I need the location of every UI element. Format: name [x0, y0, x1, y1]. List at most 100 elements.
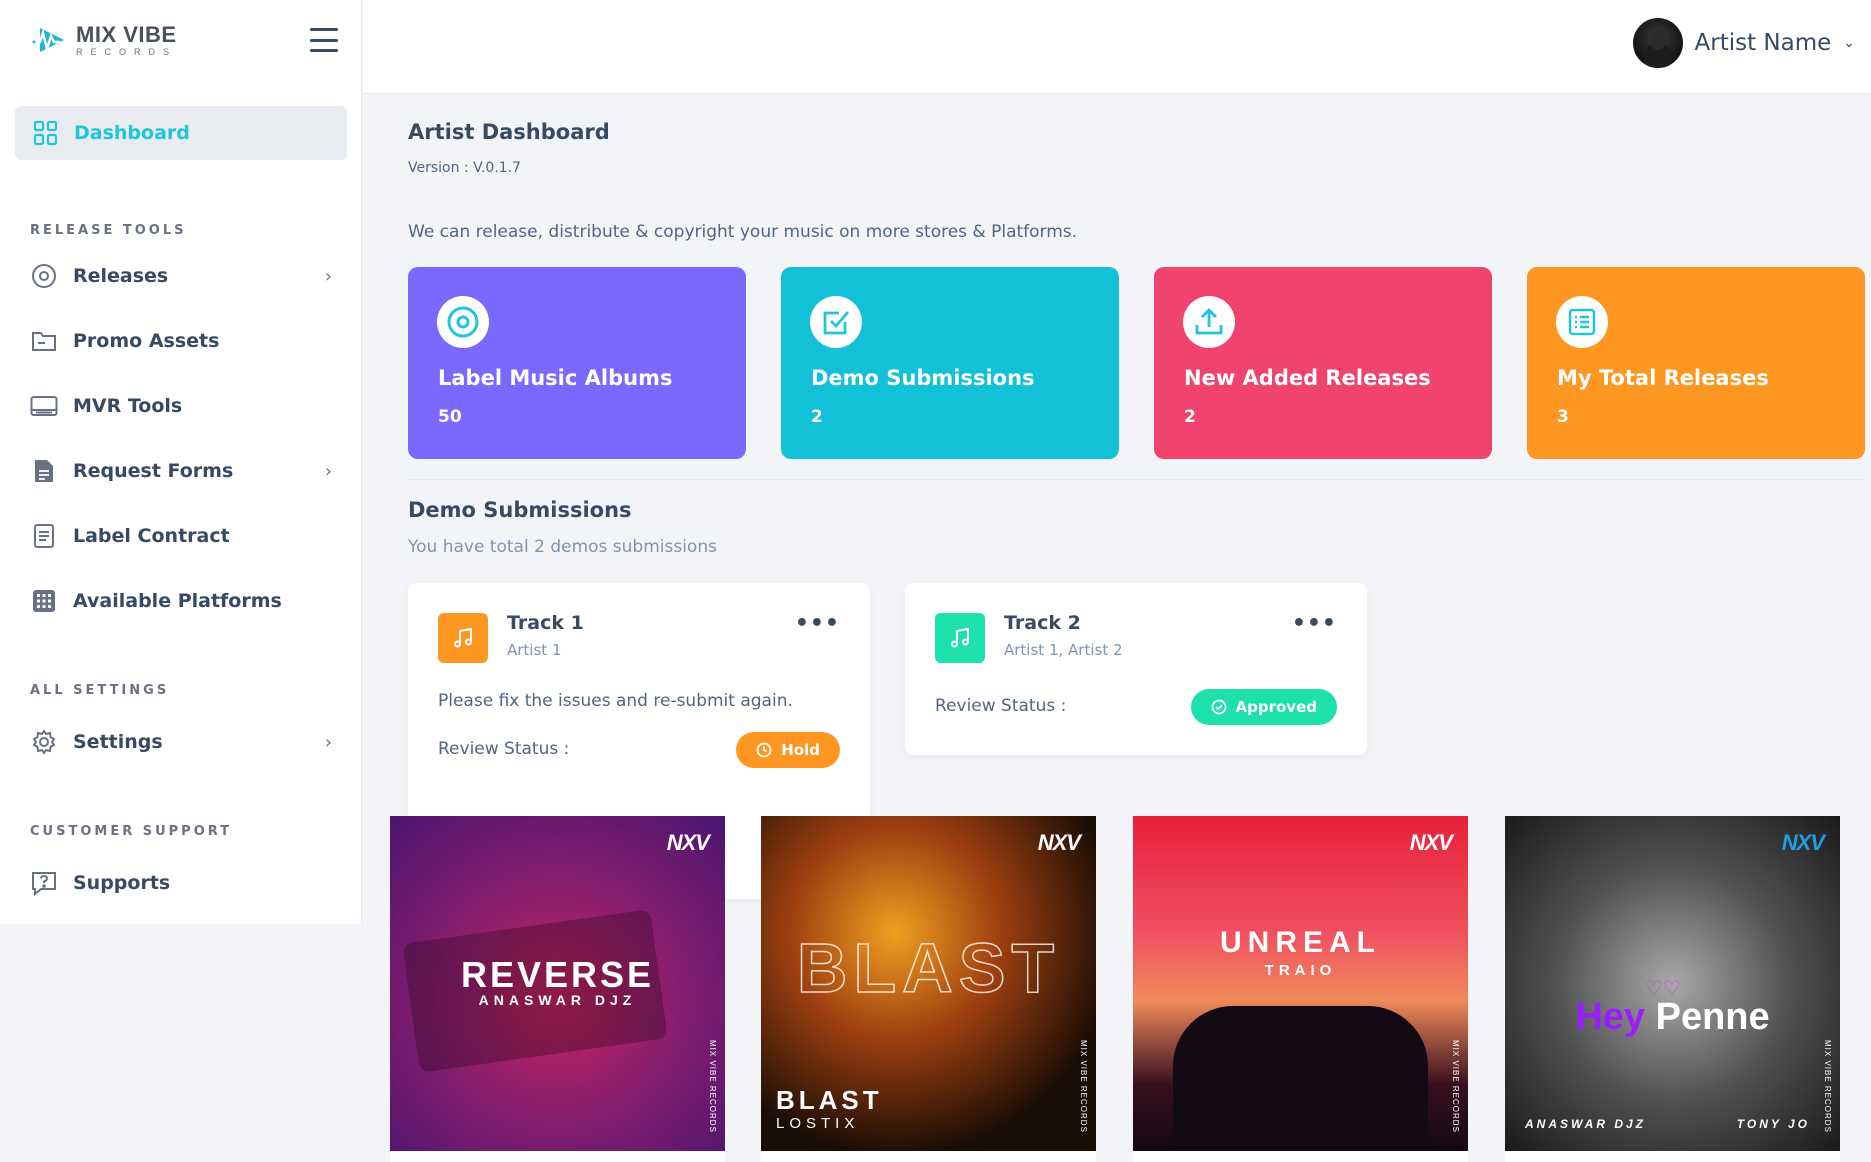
- album-cover-reverse[interactable]: NXV REVERSE ANASWAR DJZ MIX VIBE RECORDS: [390, 816, 725, 1151]
- album-cover-blast[interactable]: NXV BLAST BLAST LOSTIX MIX VIBE RECORDS: [761, 816, 1096, 1151]
- avatar: [1632, 18, 1683, 68]
- sidebar-item-available-platforms[interactable]: Available Platforms: [30, 581, 330, 621]
- grid-icon: [30, 587, 58, 615]
- music-note-icon: [935, 613, 985, 663]
- sidebar-item-supports[interactable]: Supports: [30, 863, 330, 903]
- stat-value: 2: [1184, 407, 1196, 427]
- topbar: Artist Name ⌄: [363, 0, 1871, 94]
- cover-title: BLAST: [776, 1085, 883, 1115]
- sidebar-item-label: Label Contract: [73, 525, 230, 547]
- file-icon: [30, 457, 58, 485]
- stat-title: My Total Releases: [1557, 366, 1769, 390]
- sidebar-item-dashboard[interactable]: Dashboard: [15, 106, 347, 160]
- menu-toggle-icon[interactable]: [310, 28, 338, 52]
- divider: [408, 479, 1864, 480]
- stat-title: Label Music Albums: [438, 366, 673, 390]
- demos-title: Demo Submissions: [408, 498, 632, 522]
- sidebar-item-label-contract[interactable]: Label Contract: [30, 516, 330, 556]
- nxv-logo: NXV: [666, 830, 710, 855]
- cover-card-footer: [761, 1151, 1096, 1162]
- folder-icon: [30, 327, 58, 355]
- hearts-icon: ♡♡: [1645, 976, 1681, 1000]
- sidebar-item-label: Request Forms: [73, 460, 234, 482]
- sidebar-item-label: Available Platforms: [73, 590, 282, 612]
- cover-side-text: MIX VIBE RECORDS: [1823, 1040, 1832, 1133]
- sidebar: MIX VIBE RECORDS Dashboard RELEASE TOOLS…: [0, 0, 362, 924]
- cover-title-part: Penne: [1655, 996, 1770, 1038]
- section-customer-support: CUSTOMER SUPPORT: [30, 824, 233, 839]
- disc-icon: [437, 296, 489, 348]
- section-all-settings: ALL SETTINGS: [30, 683, 170, 698]
- demo-artist: Artist 1: [507, 641, 562, 659]
- album-cover-unreal[interactable]: NXV UNREAL TRAIO MIX VIBE RECORDS: [1133, 816, 1468, 1151]
- sidebar-item-label: Dashboard: [74, 122, 190, 144]
- sidebar-item-label: Releases: [73, 265, 169, 287]
- stat-title: Demo Submissions: [811, 366, 1035, 390]
- document-icon: [30, 522, 58, 550]
- list-icon: [1556, 296, 1608, 348]
- more-options-icon[interactable]: •••: [1292, 611, 1337, 636]
- cover-title: Hey Penne: [1505, 996, 1840, 1039]
- nxv-logo: NXV: [1409, 830, 1453, 855]
- status-badge-hold: Hold: [736, 732, 840, 768]
- chevron-down-icon: ⌄: [1843, 35, 1855, 51]
- gear-icon: [30, 728, 58, 756]
- stat-title: New Added Releases: [1184, 366, 1431, 390]
- status-text: Hold: [781, 741, 820, 759]
- music-note-icon: [438, 613, 488, 663]
- sidebar-item-promo-assets[interactable]: Promo Assets: [30, 321, 330, 361]
- upload-icon: [1183, 296, 1235, 348]
- stat-value: 3: [1557, 407, 1569, 427]
- sidebar-item-label: Settings: [73, 731, 163, 753]
- chevron-right-icon: ›: [324, 460, 332, 482]
- chevron-right-icon: ›: [324, 265, 332, 287]
- more-options-icon[interactable]: •••: [795, 611, 840, 636]
- disc-icon: [30, 262, 58, 290]
- brand-logo[interactable]: MIX VIBE RECORDS: [30, 22, 177, 58]
- sidebar-item-label: MVR Tools: [73, 395, 183, 417]
- review-status-label: Review Status :: [438, 739, 570, 759]
- version-text: Version : V.0.1.7: [408, 160, 521, 176]
- sidebar-item-settings[interactable]: Settings ›: [30, 722, 332, 762]
- page-title: Artist Dashboard: [408, 120, 610, 144]
- brand-name: MIX VIBE: [76, 21, 177, 47]
- demo-artist: Artist 1, Artist 2: [1004, 641, 1123, 659]
- sidebar-item-label: Promo Assets: [73, 330, 220, 352]
- cover-card-footer: [390, 1151, 725, 1162]
- cover-artist: ANASWAR DJZ: [478, 992, 637, 1008]
- nxv-logo: NXV: [1037, 830, 1081, 855]
- stat-value: 50: [438, 407, 462, 427]
- sidebar-item-mvr-tools[interactable]: MVR Tools: [30, 386, 330, 426]
- cover-side-text: MIX VIBE RECORDS: [1451, 1040, 1460, 1133]
- cover-artist-2: TONY JO: [1736, 1117, 1810, 1131]
- stat-card-label-music-albums[interactable]: Label Music Albums 50: [408, 267, 746, 459]
- cover-artist: LOSTIX: [776, 1115, 860, 1132]
- demo-title: Track 2: [1004, 612, 1081, 634]
- review-status-label: Review Status :: [935, 696, 1067, 716]
- album-cover-hey-penne[interactable]: ♡♡ Hey Penne ANASWAR DJZ TONY JO NXV MIX…: [1505, 816, 1840, 1151]
- cover-title: UNREAL: [1220, 926, 1381, 959]
- cover-side-text: MIX VIBE RECORDS: [708, 1040, 717, 1133]
- stat-card-my-total-releases[interactable]: My Total Releases 3: [1527, 267, 1865, 459]
- dashboard-icon: [32, 119, 60, 147]
- tagline: We can release, distribute & copyright y…: [408, 222, 1078, 242]
- car-silhouette: [1173, 1006, 1428, 1151]
- check-square-icon: [810, 296, 862, 348]
- user-menu[interactable]: Artist Name ⌄: [1632, 18, 1855, 68]
- user-name: Artist Name: [1694, 30, 1832, 56]
- cover-side-text: MIX VIBE RECORDS: [1079, 1040, 1088, 1133]
- brand-sub: RECORDS: [76, 46, 178, 57]
- stat-card-demo-submissions[interactable]: Demo Submissions 2: [781, 267, 1119, 459]
- sidebar-item-request-forms[interactable]: Request Forms ›: [30, 451, 332, 491]
- monitor-icon: [30, 392, 58, 420]
- cover-artist: TRAIO: [1264, 962, 1337, 979]
- help-icon: [30, 869, 58, 897]
- cover-card-footer: [1133, 1151, 1468, 1162]
- stat-card-new-added-releases[interactable]: New Added Releases 2: [1154, 267, 1492, 459]
- cover-title-part: Hey: [1575, 996, 1646, 1038]
- cover-title: REVERSE: [460, 954, 655, 995]
- sidebar-item-releases[interactable]: Releases ›: [30, 256, 332, 296]
- cover-title-outline: BLAST: [796, 928, 1061, 1008]
- demos-subtitle: You have total 2 demos submissions: [408, 537, 717, 557]
- demo-card-track-2: Track 2 Artist 1, Artist 2 ••• Review St…: [905, 583, 1367, 755]
